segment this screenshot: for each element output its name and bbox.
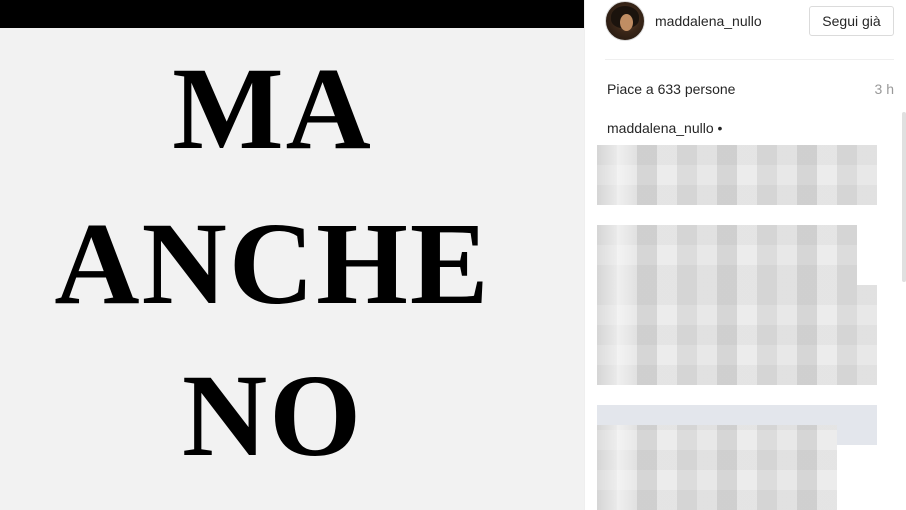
header-divider — [605, 59, 894, 60]
pixelated-block — [597, 425, 837, 510]
caption-separator: • — [717, 120, 723, 136]
pixelated-block — [597, 285, 877, 385]
header-username-link[interactable]: maddalena_nullo — [655, 13, 762, 29]
post-details-panel: maddalena_nullo Segui già Piace a 633 pe… — [585, 0, 906, 510]
caption-header: maddalena_nullo • — [607, 120, 722, 136]
image-text-line-2: ANCHE — [54, 198, 491, 329]
following-button[interactable]: Segui già — [809, 6, 894, 36]
post-header: maddalena_nullo Segui già — [585, 0, 906, 60]
image-text-line-3: NO — [182, 350, 363, 481]
post-timestamp[interactable]: 3 h — [875, 81, 894, 97]
pixelated-block — [597, 225, 857, 285]
avatar[interactable] — [605, 1, 645, 41]
image-text-line-1: MA — [172, 43, 373, 174]
pixelated-block — [597, 145, 877, 205]
scrollbar[interactable] — [902, 112, 906, 282]
likes-count[interactable]: Piace a 633 persone — [607, 81, 735, 97]
caption-username-link[interactable]: maddalena_nullo — [607, 120, 714, 136]
pixelated-caption — [597, 145, 906, 510]
post-image[interactable]: MA ANCHE NO — [0, 0, 584, 510]
image-top-band — [0, 0, 584, 28]
